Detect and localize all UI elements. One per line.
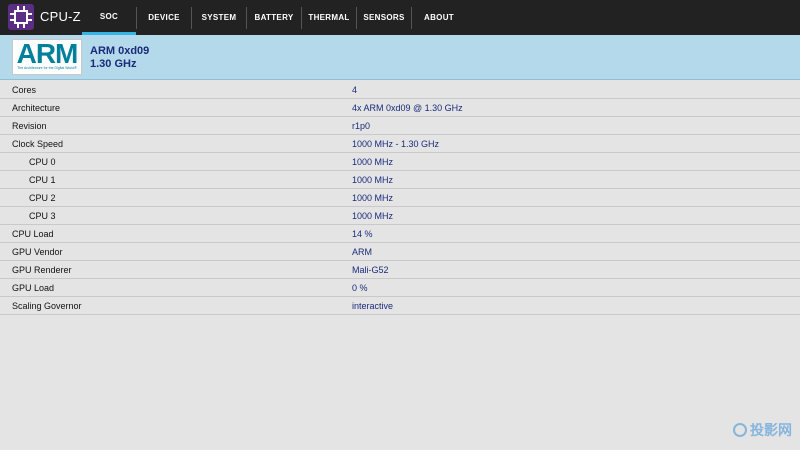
row-value: 1000 MHz — [352, 211, 394, 221]
table-row: CPU 3 1000 MHz — [0, 207, 800, 225]
tab-sensors[interactable]: SENSORS — [357, 0, 411, 35]
row-value: 1000 MHz - 1.30 GHz — [352, 139, 440, 149]
row-label: GPU Renderer — [12, 265, 72, 275]
row-value: 1000 MHz — [352, 193, 394, 203]
table-row: CPU 0 1000 MHz — [0, 153, 800, 171]
row-label: Clock Speed — [12, 139, 64, 149]
row-label: CPU 2 — [29, 193, 56, 203]
row-value: ARM — [352, 247, 372, 257]
table-row: CPU Load 14 % — [0, 225, 800, 243]
table-row: Scaling Governor interactive — [0, 297, 800, 315]
row-value: 1000 MHz — [352, 175, 394, 185]
row-label: CPU 1 — [29, 175, 56, 185]
row-label: CPU Load — [12, 229, 54, 239]
row-value: 4 — [352, 85, 358, 95]
soc-frequency: 1.30 GHz — [90, 58, 137, 70]
top-app-bar: CPU-Z SOC DEVICE SYSTEM BATTERY THERMAL … — [0, 0, 800, 35]
table-row: CPU 2 1000 MHz — [0, 189, 800, 207]
row-label: Scaling Governor — [12, 301, 82, 311]
row-value: Mali-G52 — [352, 265, 389, 275]
tab-about[interactable]: ABOUT — [412, 0, 466, 35]
table-row: GPU Renderer Mali-G52 — [0, 261, 800, 279]
row-label: GPU Vendor — [12, 247, 63, 257]
watermark-text: 投影网 — [750, 423, 792, 439]
app-title: CPU-Z — [40, 9, 81, 24]
arm-logo: ARM The Architecture for the Digital Wor… — [12, 38, 82, 75]
table-row: Clock Speed 1000 MHz - 1.30 GHz — [0, 135, 800, 153]
watermark: 投影网 — [733, 420, 792, 440]
table-row: Architecture 4x ARM 0xd09 @ 1.30 GHz — [0, 99, 800, 117]
tab-battery[interactable]: BATTERY — [247, 0, 301, 35]
row-label: Revision — [12, 121, 47, 131]
row-label: Cores — [12, 85, 37, 95]
cpu-chip-icon — [8, 4, 34, 30]
row-value: 4x ARM 0xd09 @ 1.30 GHz — [352, 103, 463, 113]
row-label: GPU Load — [12, 283, 55, 293]
arm-logo-tagline: The Architecture for the Digital World® — [17, 66, 77, 70]
tab-thermal[interactable]: THERMAL — [302, 0, 356, 35]
tab-device[interactable]: DEVICE — [137, 0, 191, 35]
row-value: 0 % — [352, 283, 368, 293]
row-label: CPU 0 — [29, 157, 56, 167]
tab-system[interactable]: SYSTEM — [192, 0, 246, 35]
row-label: CPU 3 — [29, 211, 56, 221]
row-value: interactive — [352, 301, 394, 311]
table-row: GPU Load 0 % — [0, 279, 800, 297]
watermark-logo-icon — [733, 423, 747, 437]
row-value: 1000 MHz — [352, 157, 394, 167]
soc-header: ARM The Architecture for the Digital Wor… — [0, 35, 800, 80]
row-value: r1p0 — [352, 121, 371, 131]
table-row: Revision r1p0 — [0, 117, 800, 135]
soc-name: ARM 0xd09 — [90, 45, 150, 57]
table-row: CPU 1 1000 MHz — [0, 171, 800, 189]
table-row: Cores 4 — [0, 81, 800, 99]
row-value: 14 % — [352, 229, 373, 239]
tab-bar: SOC DEVICE SYSTEM BATTERY THERMAL SENSOR… — [82, 0, 466, 35]
row-label: Architecture — [12, 103, 61, 113]
table-row: GPU Vendor ARM — [0, 243, 800, 261]
soc-info-table: Cores 4 Architecture 4x ARM 0xd09 @ 1.30 G… — [0, 81, 800, 315]
tab-soc[interactable]: SOC — [82, 0, 136, 35]
